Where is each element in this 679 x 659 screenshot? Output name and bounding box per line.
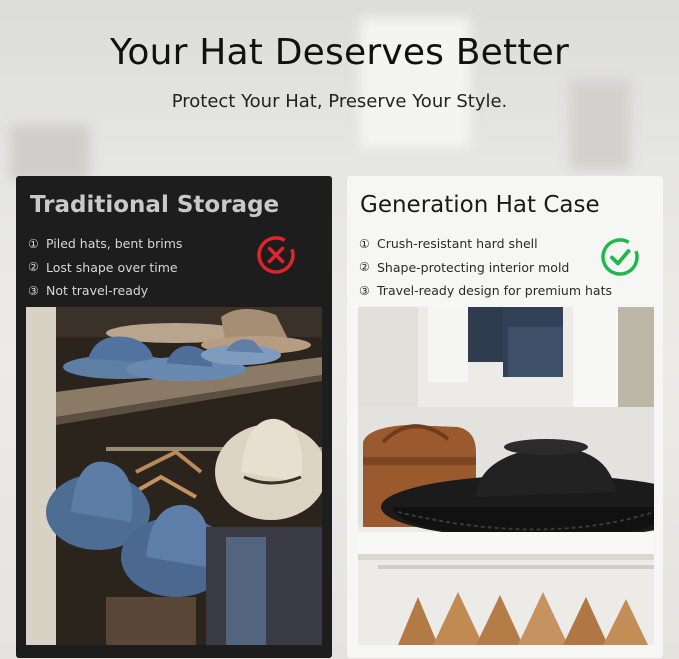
generation-hat-case-panel: Generation Hat Case ① Crush-resistant ha… [347, 176, 663, 658]
page-title: Your Hat Deserves Better [109, 32, 570, 73]
list-item: ① Crush-resistant hard shell [359, 232, 612, 256]
hat-case-closet-photo [358, 307, 654, 645]
item-number: ① [359, 236, 370, 251]
list-item: ② Lost shape over time [28, 256, 182, 280]
item-number: ① [28, 236, 39, 251]
page-subtitle: Protect Your Hat, Preserve Your Style. [171, 91, 508, 112]
x-circle-icon [257, 236, 295, 274]
item-text: Travel-ready design for premium hats [377, 283, 612, 299]
panel-title: Generation Hat Case [360, 192, 600, 218]
item-text: Lost shape over time [46, 259, 178, 275]
feature-list: ① Piled hats, bent brims ② Lost shape ov… [28, 232, 182, 303]
traditional-storage-panel: Traditional Storage ① Piled hats, bent b… [16, 176, 332, 658]
closet-hats-photo [26, 307, 322, 645]
list-item: ② Shape-protecting interior mold [359, 256, 612, 280]
feature-list: ① Crush-resistant hard shell ② Shape-pro… [359, 232, 612, 303]
item-text: Shape-protecting interior mold [377, 259, 570, 275]
item-text: Not travel-ready [46, 283, 149, 299]
item-text: Piled hats, bent brims [46, 236, 183, 252]
item-text: Crush-resistant hard shell [377, 236, 538, 252]
item-number: ② [359, 260, 370, 275]
item-number: ③ [359, 283, 370, 298]
item-number: ② [28, 260, 39, 275]
item-number: ③ [28, 283, 39, 298]
list-item: ① Piled hats, bent brims [28, 232, 182, 256]
panel-title: Traditional Storage [30, 192, 280, 218]
background-shelf [10, 125, 90, 180]
list-item: ③ Not travel-ready [28, 279, 182, 303]
list-item: ③ Travel-ready design for premium hats [359, 279, 612, 303]
check-circle-icon [601, 238, 639, 276]
